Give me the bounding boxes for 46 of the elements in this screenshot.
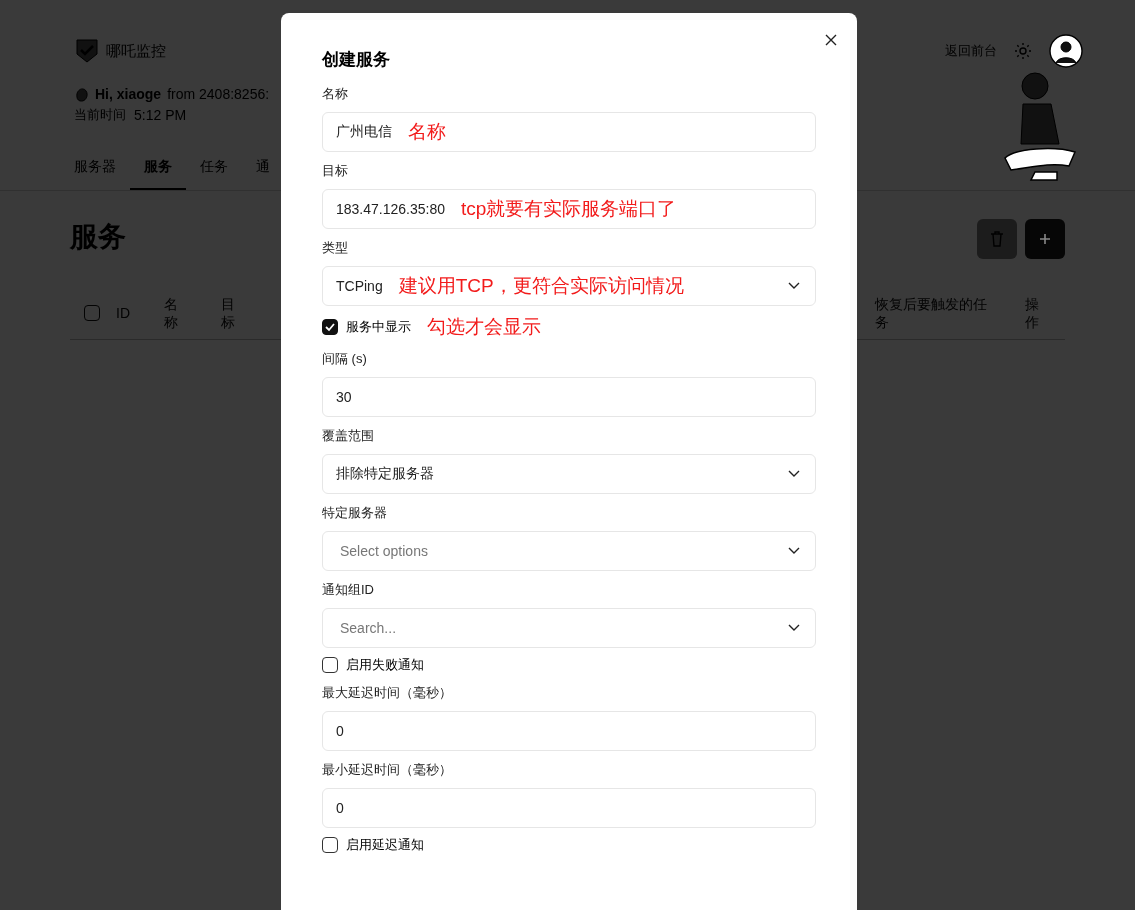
trash-icon xyxy=(990,231,1004,247)
chevron-down-icon xyxy=(788,547,800,555)
ip-address-text: from 2408:8256: xyxy=(167,86,270,102)
avatar-icon[interactable] xyxy=(1049,34,1083,68)
input-field[interactable]: 广州电信 名称 xyxy=(322,112,816,152)
select-field[interactable]: Select options xyxy=(322,531,816,571)
select-field[interactable]: Search... xyxy=(322,608,816,648)
input-field[interactable]: 30 xyxy=(322,377,816,417)
checkbox[interactable] xyxy=(322,657,338,673)
page-title: 服务 xyxy=(70,220,126,254)
checkbox[interactable] xyxy=(322,837,338,853)
input-field[interactable]: 183.47.126.35:80 tcp就要有实际服务端口了 xyxy=(322,189,816,229)
shield-logo-icon xyxy=(76,39,98,63)
chevron-down-icon xyxy=(788,624,800,632)
checkbox-label: 服务中显示 xyxy=(346,318,411,336)
field-label: 类型 xyxy=(322,239,349,257)
field-label: 最大延迟时间（毫秒） xyxy=(322,684,453,702)
annotation-text: 名称 xyxy=(408,120,446,144)
checkbox-label: 启用延迟通知 xyxy=(346,836,424,854)
greeting-name: Hi, xiaoge xyxy=(95,86,162,102)
current-time: 5:12 PM xyxy=(134,107,187,123)
chevron-down-icon xyxy=(788,282,800,290)
field-label: 目标 xyxy=(322,162,349,180)
dialog-title: 创建服务 xyxy=(322,49,391,71)
select-field[interactable]: TCPing 建议用TCP，更符合实际访问情况 xyxy=(322,266,816,306)
annotation-text: 建议用TCP，更符合实际访问情况 xyxy=(398,274,684,298)
field-label: 通知组ID xyxy=(322,581,375,599)
chevron-down-icon xyxy=(788,470,800,478)
field-label: 名称 xyxy=(322,85,349,103)
checkbox[interactable] xyxy=(322,319,338,335)
field-label: 特定服务器 xyxy=(322,504,388,522)
field-label: 覆盖范围 xyxy=(322,427,375,445)
annotation-text: tcp就要有实际服务端口了 xyxy=(461,197,677,221)
select-all-checkbox[interactable] xyxy=(84,305,100,322)
add-button[interactable] xyxy=(1025,219,1065,259)
input-field[interactable]: 0 xyxy=(322,788,816,828)
annotation-text: 勾选才会显示 xyxy=(427,315,541,339)
plus-icon xyxy=(1039,233,1051,245)
column-header: ID xyxy=(116,305,131,322)
checkbox-label: 启用失败通知 xyxy=(346,656,424,674)
app-name: 哪吒监控 xyxy=(106,41,166,61)
field-label: 最小延迟时间（毫秒） xyxy=(322,761,453,779)
close-button[interactable] xyxy=(823,32,839,48)
field-label: 间隔 (s) xyxy=(322,350,368,368)
select-field[interactable]: 排除特定服务器 xyxy=(322,454,816,494)
input-field[interactable]: 0 xyxy=(322,711,816,751)
